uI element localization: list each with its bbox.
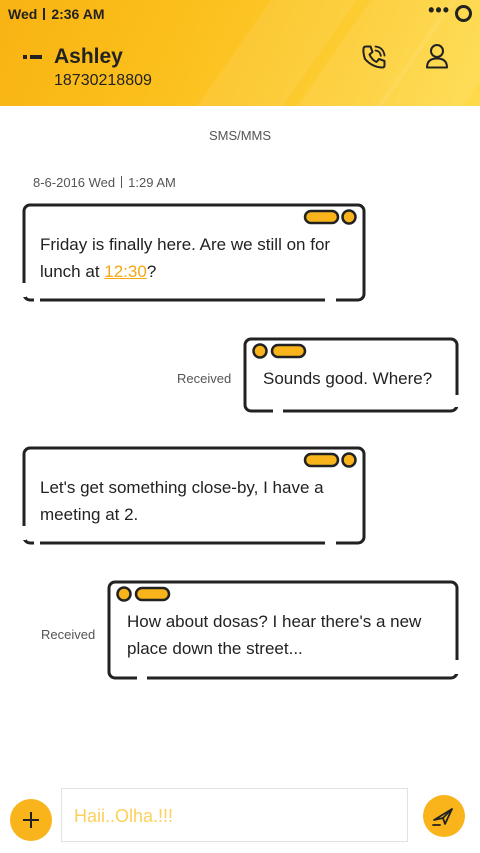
delivery-status: Received (177, 371, 232, 386)
add-attachment-button[interactable] (10, 799, 52, 841)
status-time: 2:36 AM (51, 6, 105, 22)
message-bubble-outgoing[interactable]: How about dosas? I hear there's a new pl… (107, 580, 459, 683)
message-text: Friday is finally here. Are we still on … (40, 235, 331, 281)
status-day: Wed (8, 6, 38, 22)
message-date: 8-6-2016 Wed (33, 175, 116, 190)
message-input-container[interactable] (61, 788, 408, 842)
status-datetime: Wed 2:36 AM (8, 6, 104, 22)
channel-label: SMS/MMS (208, 128, 272, 143)
message-bubble-outgoing[interactable]: Sounds good. Where? (243, 337, 459, 414)
delivery-status: Received (41, 627, 96, 642)
phone-icon[interactable] (361, 44, 387, 70)
time-link[interactable]: 12:30 (104, 262, 147, 281)
message-bubble-incoming[interactable]: Friday is finally here. Are we still on … (22, 203, 366, 305)
send-button[interactable] (423, 795, 465, 837)
contact-name: Ashley (54, 45, 123, 68)
message-timestamp: 8-6-2016 Wed 1:29 AM (33, 175, 176, 190)
person-icon[interactable] (425, 43, 449, 69)
message-input[interactable] (74, 803, 394, 829)
send-icon (432, 808, 453, 826)
status-bar: Wed 2:36 AM ••• (0, 0, 480, 28)
message-text: How about dosas? I hear there's a new pl… (127, 612, 422, 658)
more-dots-icon: ••• (428, 0, 450, 20)
message-time: 1:29 AM (128, 175, 176, 190)
circle-status-icon (455, 5, 472, 22)
message-bubble-incoming[interactable]: Let's get something close-by, I have a m… (22, 446, 366, 548)
message-text: Let's get something close-by, I have a m… (40, 478, 324, 524)
message-text: Sounds good. Where? (263, 369, 433, 388)
back-icon[interactable] (23, 55, 43, 59)
contact-number: 18730218809 (54, 72, 152, 89)
